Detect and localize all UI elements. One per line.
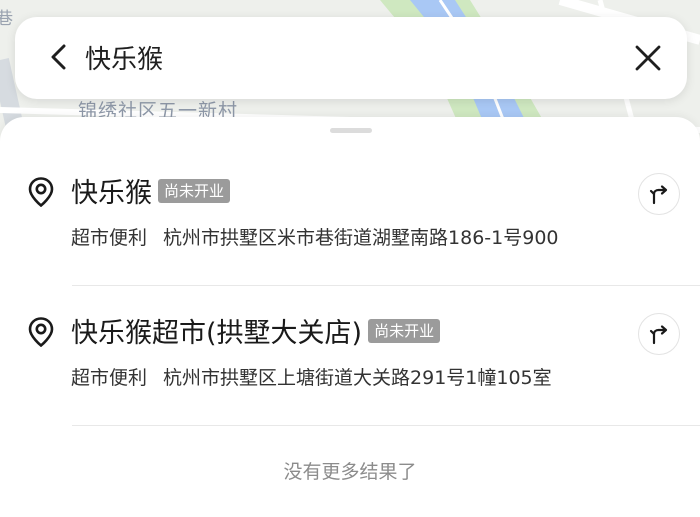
location-pin-icon xyxy=(28,317,54,347)
search-input[interactable] xyxy=(85,35,605,79)
chevron-left-icon xyxy=(51,44,66,70)
result-title: 快乐猴 xyxy=(71,178,152,209)
close-icon xyxy=(635,45,661,71)
search-bar xyxy=(15,17,687,99)
route-button[interactable] xyxy=(638,313,680,355)
result-category: 超市便利 xyxy=(71,227,148,249)
result-item[interactable]: 快乐猴 尚未开业 超市便利 杭州市拱墅区米市巷街道湖墅南路186-1号900 xyxy=(0,161,700,301)
divider xyxy=(72,425,700,426)
result-title: 快乐猴超市(拱墅大关店) xyxy=(71,318,363,349)
back-button[interactable] xyxy=(39,37,79,77)
result-category: 超市便利 xyxy=(71,367,148,389)
result-item[interactable]: 快乐猴超市(拱墅大关店) 尚未开业 超市便利 杭州市拱墅区上塘街道大关路291号1… xyxy=(0,301,700,441)
status-badge: 尚未开业 xyxy=(368,318,441,343)
no-more-results-text: 没有更多结果了 xyxy=(283,461,417,483)
result-title-row: 快乐猴超市(拱墅大关店) 尚未开业 xyxy=(71,311,441,350)
clear-button[interactable] xyxy=(627,37,669,79)
sheet-drag-handle[interactable] xyxy=(330,128,372,133)
map-label-top-left: 巷 xyxy=(0,9,13,29)
location-pin-icon xyxy=(28,177,54,207)
status-badge: 尚未开业 xyxy=(158,178,231,203)
result-subtitle: 超市便利 杭州市拱墅区米市巷街道湖墅南路186-1号900 xyxy=(71,223,559,250)
divider xyxy=(72,285,700,286)
result-title-row: 快乐猴 尚未开业 xyxy=(71,171,231,210)
route-icon xyxy=(649,325,668,345)
result-subtitle: 超市便利 杭州市拱墅区上塘街道大关路291号1幢105室 xyxy=(71,363,552,390)
result-address: 杭州市拱墅区米市巷街道湖墅南路186-1号900 xyxy=(163,227,559,249)
result-address: 杭州市拱墅区上塘街道大关路291号1幢105室 xyxy=(163,367,552,389)
route-button[interactable] xyxy=(638,173,680,215)
route-icon xyxy=(649,185,668,205)
results-sheet: 快乐猴 尚未开业 超市便利 杭州市拱墅区米市巷街道湖墅南路186-1号900 快乐… xyxy=(0,117,700,517)
